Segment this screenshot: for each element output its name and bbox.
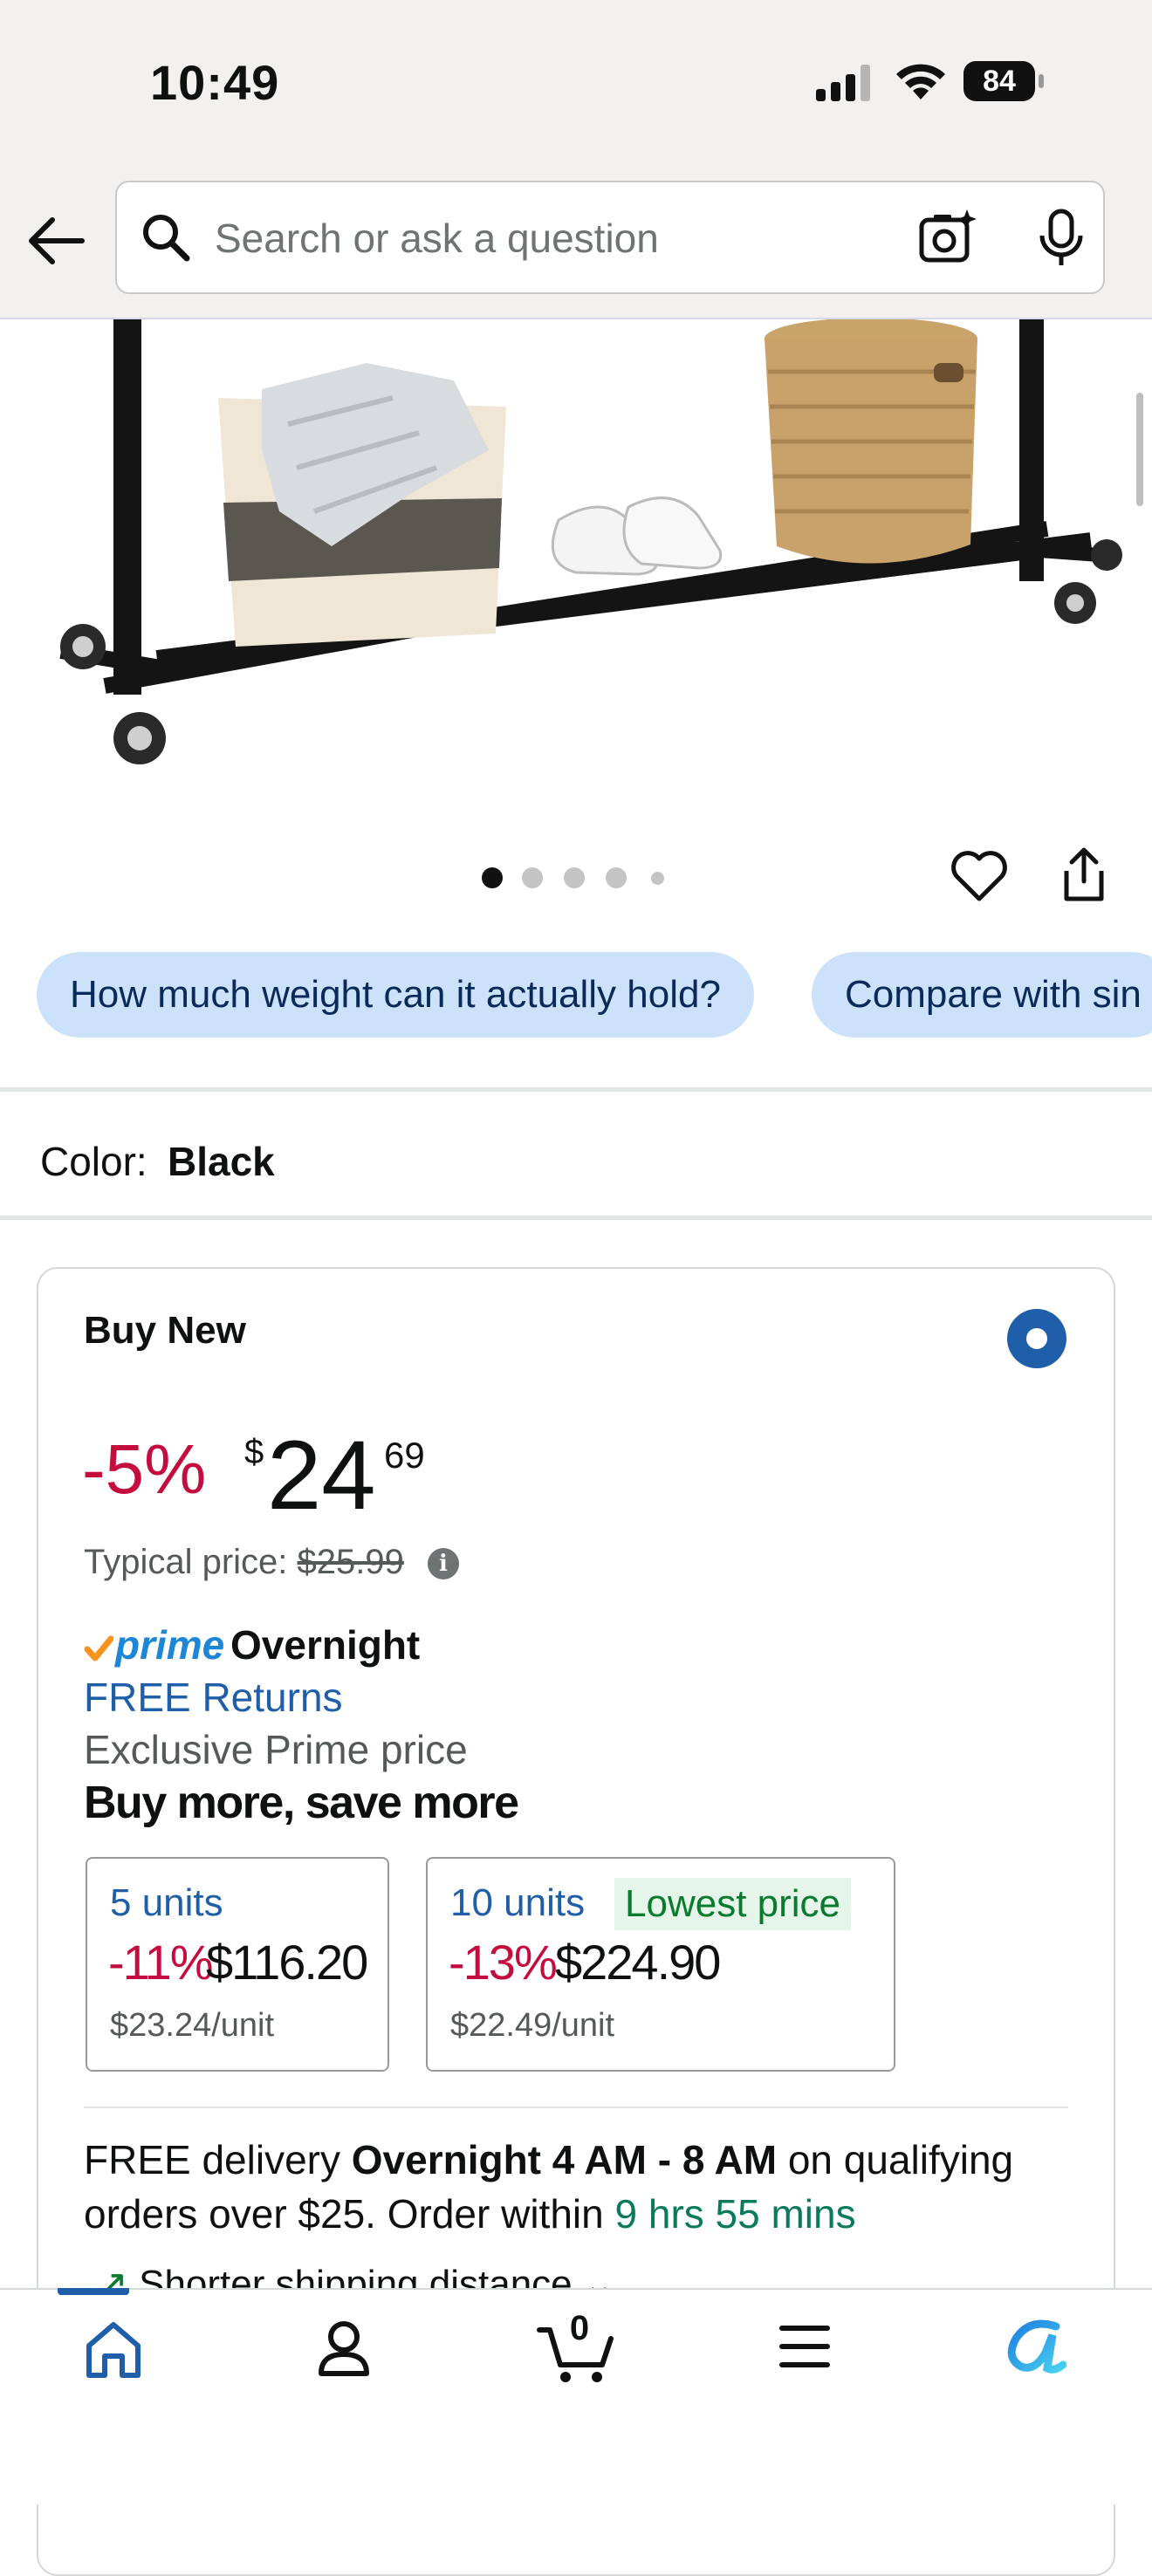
lowest-price-badge: Lowest price [614,1878,852,1930]
prime-logo: prime [115,1622,225,1668]
suggestion-chip[interactable]: Compare with sin [812,952,1152,1038]
buy-new-radio[interactable] [1007,1309,1066,1368]
price-whole: 24 [267,1421,376,1530]
info-icon[interactable]: i [428,1548,459,1579]
search-icon [143,215,190,262]
carousel-dot-active[interactable] [482,867,503,888]
active-tab-indicator [58,2288,129,2295]
battery-level: 84 [983,65,1016,98]
battery-indicator: 84 [963,61,1044,101]
discount-percent: -5% [82,1430,207,1508]
carousel-dot[interactable] [606,867,627,888]
menu-icon[interactable] [778,2323,831,2370]
scroll-indicator[interactable] [1136,393,1143,506]
search-placeholder: Search or ask a question [215,216,659,261]
tier-price: $224.90 [555,1935,721,1990]
cellular-signal-icon [816,65,870,101]
product-image[interactable] [0,319,1152,808]
back-arrow-icon[interactable] [24,215,87,267]
ai-assistant-icon[interactable] [1004,2318,1066,2375]
tier-discount: -13% [449,1935,558,1990]
tier-units: 5 units [110,1881,223,1924]
exclusive-prime-price: Exclusive Prime price [84,1727,468,1772]
prime-delivery-speed: Overnight [230,1622,421,1668]
camera-icon[interactable] [916,206,979,269]
carousel-dot[interactable] [651,872,664,885]
color-value: Black [168,1139,275,1184]
mic-icon[interactable] [1035,206,1087,269]
buy-new-title: Buy New [84,1309,246,1352]
divider [84,2107,1068,2108]
divider [0,1087,1152,1092]
delivery-prefix: FREE delivery [84,2137,352,2182]
suggestion-chip[interactable]: How much weight can it actually hold? [37,952,754,1038]
prime-check-icon [84,1635,113,1661]
cart-count: 0 [569,2309,590,2347]
delivery-window: Overnight 4 AM - 8 AM [351,2137,778,2182]
typical-price-label: Typical price: [84,1543,288,1581]
free-returns-link[interactable]: FREE Returns [84,1674,343,1721]
carousel-dot[interactable] [564,867,585,888]
typical-price: Typical price: $25.99 [84,1543,404,1582]
color-label: Color: [40,1139,147,1184]
typical-price-value: $25.99 [297,1543,404,1581]
price-currency: $ [244,1433,264,1471]
status-time: 10:49 [150,55,280,110]
carousel-dot[interactable] [522,867,543,888]
share-icon[interactable] [1058,846,1110,904]
tier-units: 10 units [450,1881,586,1924]
clothing-rack-illustration [59,319,1122,764]
price-fraction: 69 [384,1435,425,1476]
tier-price: $116.20 [206,1935,368,1990]
tier-unit-price: $22.49/unit [450,2007,615,2044]
order-countdown: 9 hrs 55 mins [614,2191,856,2237]
heart-icon[interactable] [950,848,1009,902]
delivery-info: FREE delivery Overnight 4 AM - 8 AM on q… [84,2133,1096,2241]
home-icon[interactable] [82,2319,145,2381]
divider [0,1216,1152,1220]
user-icon[interactable] [316,2318,372,2379]
tier-unit-price: $23.24/unit [110,2007,275,2044]
buy-more-heading: Buy more, save more [84,1778,519,1828]
tier-discount: -11% [108,1935,214,1990]
wifi-icon [896,64,945,99]
